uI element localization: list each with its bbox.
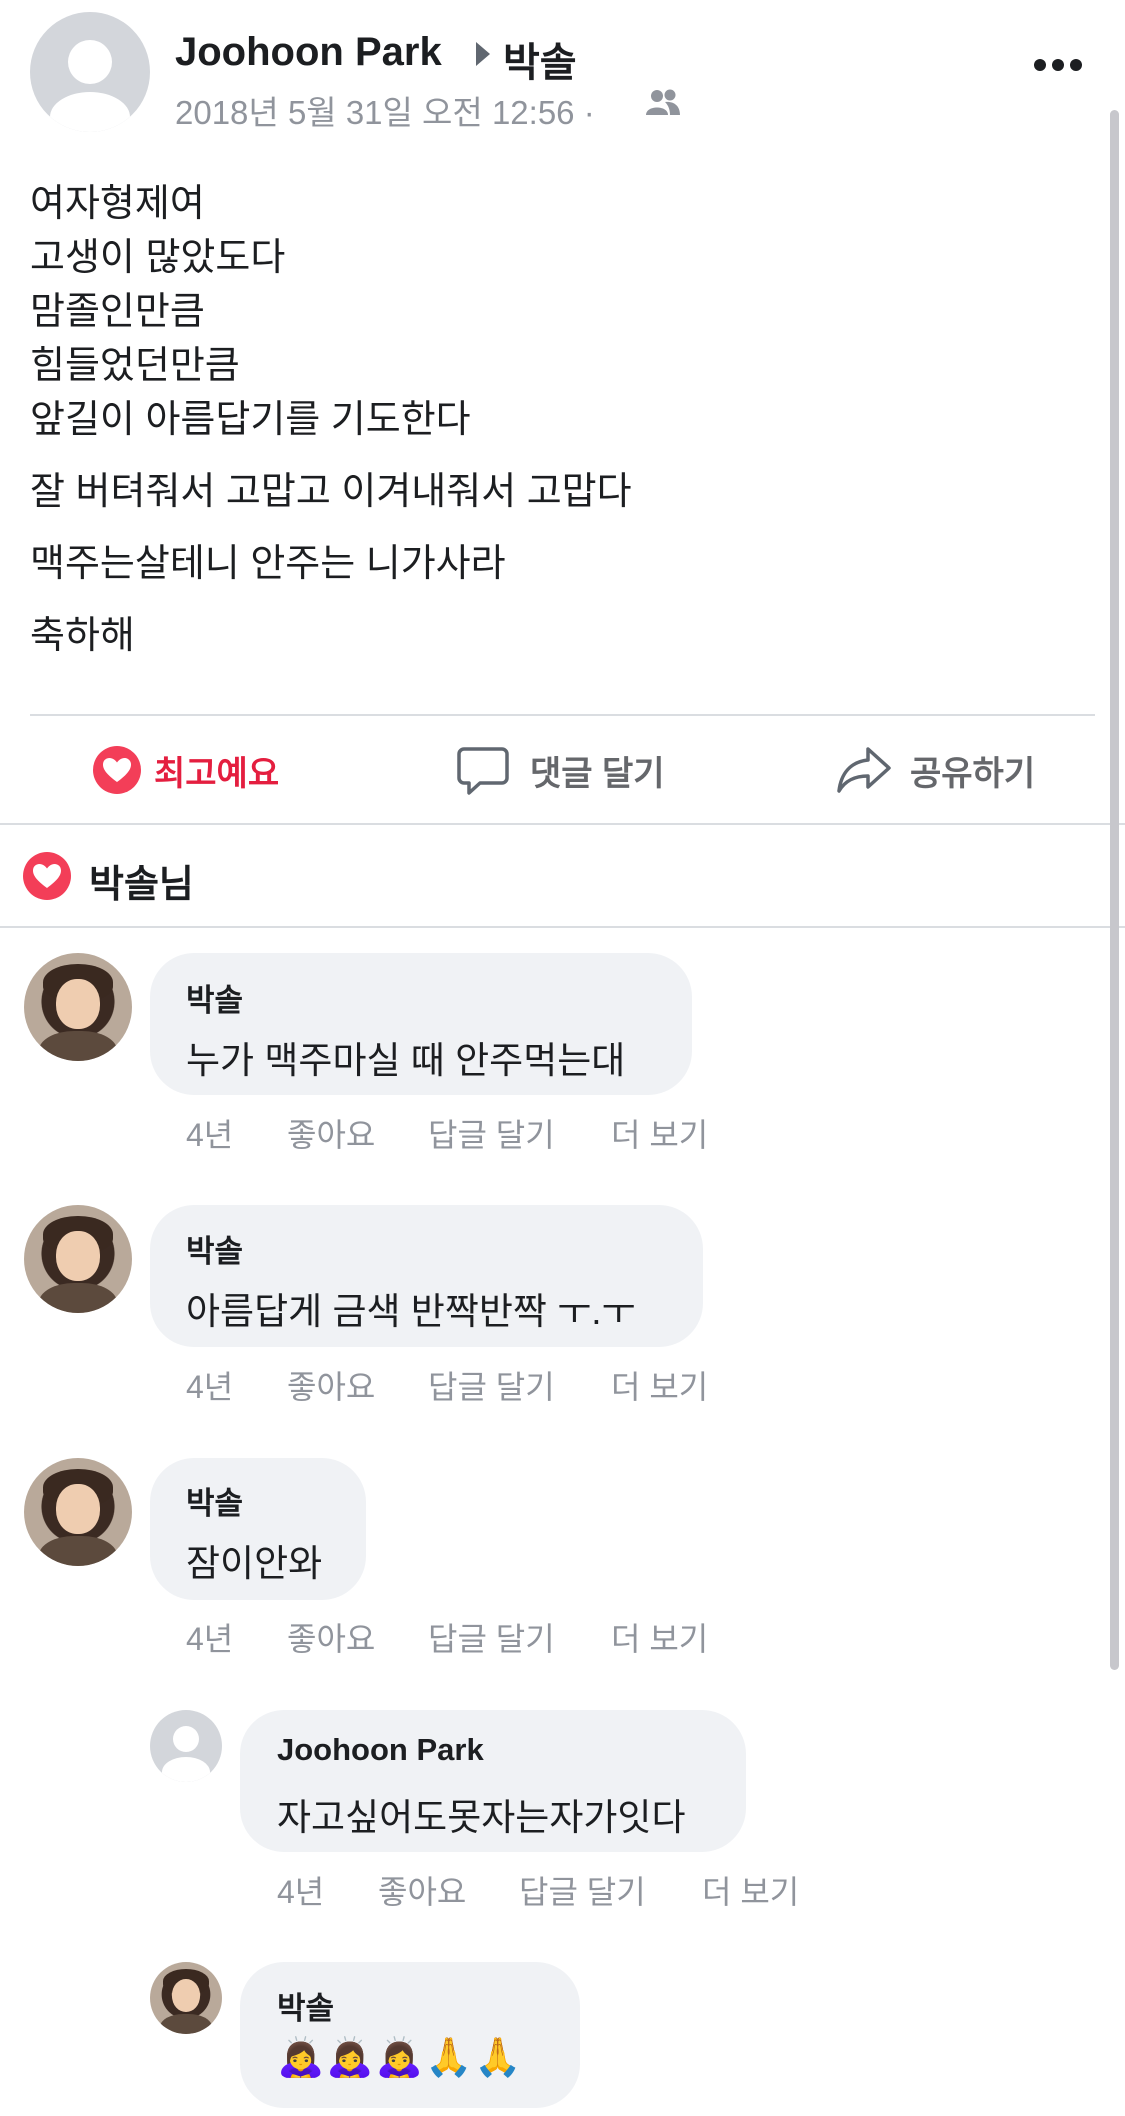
post-line: 힘들었던만큼 [30, 345, 240, 387]
reply-author-name[interactable]: 박솔 [277, 1983, 334, 2028]
love-reaction-button[interactable]: 최고예요 [92, 742, 279, 798]
love-label: 최고예요 [154, 754, 280, 793]
post-line: 앞길이 아름답기를 기도한다 [30, 399, 471, 441]
reply-author-name[interactable]: Joohoon Park [277, 1732, 484, 1768]
arrow-right-icon [476, 42, 490, 66]
post-line: 맥주는살테니 안주는 니가사라 [30, 543, 506, 585]
reply-age: 4년 [277, 1874, 325, 1910]
more-options-icon[interactable] [1033, 58, 1083, 72]
reply-author-avatar[interactable] [150, 1962, 222, 2034]
author-name[interactable]: Joohoon Park [175, 30, 442, 75]
author-avatar[interactable] [30, 12, 150, 132]
comment-text: 잠이안와 [186, 1543, 323, 1584]
reply-more-button[interactable]: 더 보기 [702, 1867, 799, 1913]
comment-more-button[interactable]: 더 보기 [611, 1362, 708, 1408]
reply-text: 🙇‍♀️🙇‍♀️🙇‍♀️🙏🙏 [277, 2037, 524, 2079]
share-button[interactable]: 공유하기 [836, 742, 1035, 798]
reply-text: 자고싶어도못자는자가잇다 [277, 1797, 686, 1838]
comment-text: 누가 맥주마실 때 안주먹는대 [186, 1040, 626, 1081]
love-reaction-icon [23, 852, 71, 900]
comment-button[interactable]: 댓글 달기 [456, 742, 665, 798]
commenter-name[interactable]: 박솔 [186, 1478, 243, 1523]
comment-age: 4년 [186, 1369, 234, 1405]
comment-reply-button[interactable]: 답글 달기 [428, 1362, 555, 1408]
post-line: 여자형제여 [30, 183, 205, 225]
comment-like-button[interactable]: 좋아요 [287, 1110, 375, 1156]
comment-like-button[interactable]: 좋아요 [287, 1614, 375, 1660]
comment-more-button[interactable]: 더 보기 [611, 1614, 708, 1660]
commenter-avatar[interactable] [24, 953, 132, 1061]
post-line: 축하해 [30, 615, 135, 657]
reactions-summary[interactable]: 박솔님 [89, 853, 194, 908]
commenter-name[interactable]: 박솔 [186, 975, 243, 1020]
comment-more-button[interactable]: 더 보기 [611, 1110, 708, 1156]
love-heart-icon [93, 746, 141, 794]
post-line: 맘졸인만큼 [30, 291, 205, 333]
comment-age: 4년 [186, 1117, 234, 1153]
divider [30, 714, 1095, 716]
comment-reply-button[interactable]: 답글 달기 [428, 1614, 555, 1660]
divider [0, 823, 1125, 825]
commenter-avatar[interactable] [24, 1458, 132, 1566]
share-label: 공유하기 [910, 754, 1036, 793]
post-timestamp[interactable]: 2018년 5월 31일 오전 12:56 · [175, 86, 595, 134]
reply-like-button[interactable]: 좋아요 [378, 1867, 466, 1913]
comment-icon [457, 747, 509, 795]
reply-author-avatar[interactable] [150, 1710, 222, 1782]
comment-like-button[interactable]: 좋아요 [287, 1362, 375, 1408]
friends-audience-icon [646, 89, 680, 115]
scrollbar[interactable] [1110, 110, 1119, 1670]
comment-age: 4년 [186, 1621, 234, 1657]
commenter-name[interactable]: 박솔 [186, 1226, 243, 1271]
commenter-avatar[interactable] [24, 1205, 132, 1313]
post-line: 잘 버텨줘서 고맙고 이겨내줘서 고맙다 [30, 471, 632, 513]
comment-reply-button[interactable]: 답글 달기 [428, 1110, 555, 1156]
comment-label: 댓글 달기 [530, 754, 665, 793]
share-icon [837, 747, 891, 793]
reply-reply-button[interactable]: 답글 달기 [519, 1867, 646, 1913]
comment-text: 아름답게 금색 반짝반짝 ㅜ.ㅜ [186, 1291, 636, 1332]
recipient-name[interactable]: 박솔 [503, 30, 577, 88]
post-line: 고생이 많았도다 [30, 237, 286, 279]
divider [0, 926, 1125, 928]
